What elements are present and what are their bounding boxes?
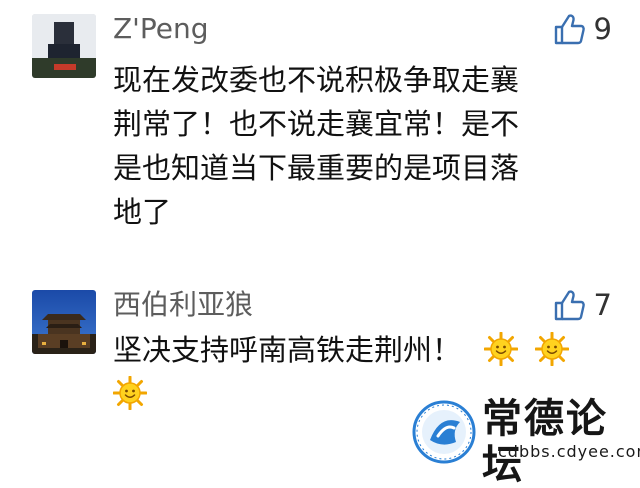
comment-line: 坚决支持呼南高铁走荆州！ xyxy=(113,328,613,372)
like-count: 7 xyxy=(593,288,612,322)
forum-watermark: 常德论坛 cdbbs.cdyee.com xyxy=(412,396,640,488)
like-button[interactable]: 7 xyxy=(552,288,612,322)
comment-item: Z'Peng 9 现在发改委也不说积极争取走襄 荆常了！也不说走襄宜常！是不 是… xyxy=(0,0,640,260)
like-count: 9 xyxy=(593,12,612,46)
like-button[interactable]: 9 xyxy=(552,12,612,46)
comment-line: 荆常了！也不说走襄宜常！是不 xyxy=(113,107,520,141)
avatar[interactable] xyxy=(32,290,96,354)
author-name[interactable]: 西伯利亚狼 xyxy=(113,288,253,322)
forum-url[interactable]: cdbbs.cdyee.com xyxy=(498,442,640,461)
comment-line: 是也知道当下最重要的是项目落 xyxy=(113,151,520,185)
sun-emoji-icon xyxy=(535,332,570,366)
comment-line-text: 坚决支持呼南高铁走荆州！ xyxy=(113,333,462,367)
thumbs-up-icon xyxy=(554,290,585,321)
comment-line: 地了 xyxy=(113,195,172,229)
thumbs-up-icon xyxy=(554,14,585,45)
comment-line: 现在发改委也不说积极争取走襄 xyxy=(113,63,520,97)
author-name[interactable]: Z'Peng xyxy=(113,12,209,46)
avatar[interactable] xyxy=(32,14,96,78)
comment-text: 现在发改委也不说积极争取走襄 荆常了！也不说走襄宜常！是不 是也知道当下最重要的… xyxy=(113,58,593,234)
forum-logo-icon xyxy=(412,400,476,464)
sun-emoji-icon xyxy=(484,332,519,366)
sun-emoji-icon xyxy=(113,376,147,410)
